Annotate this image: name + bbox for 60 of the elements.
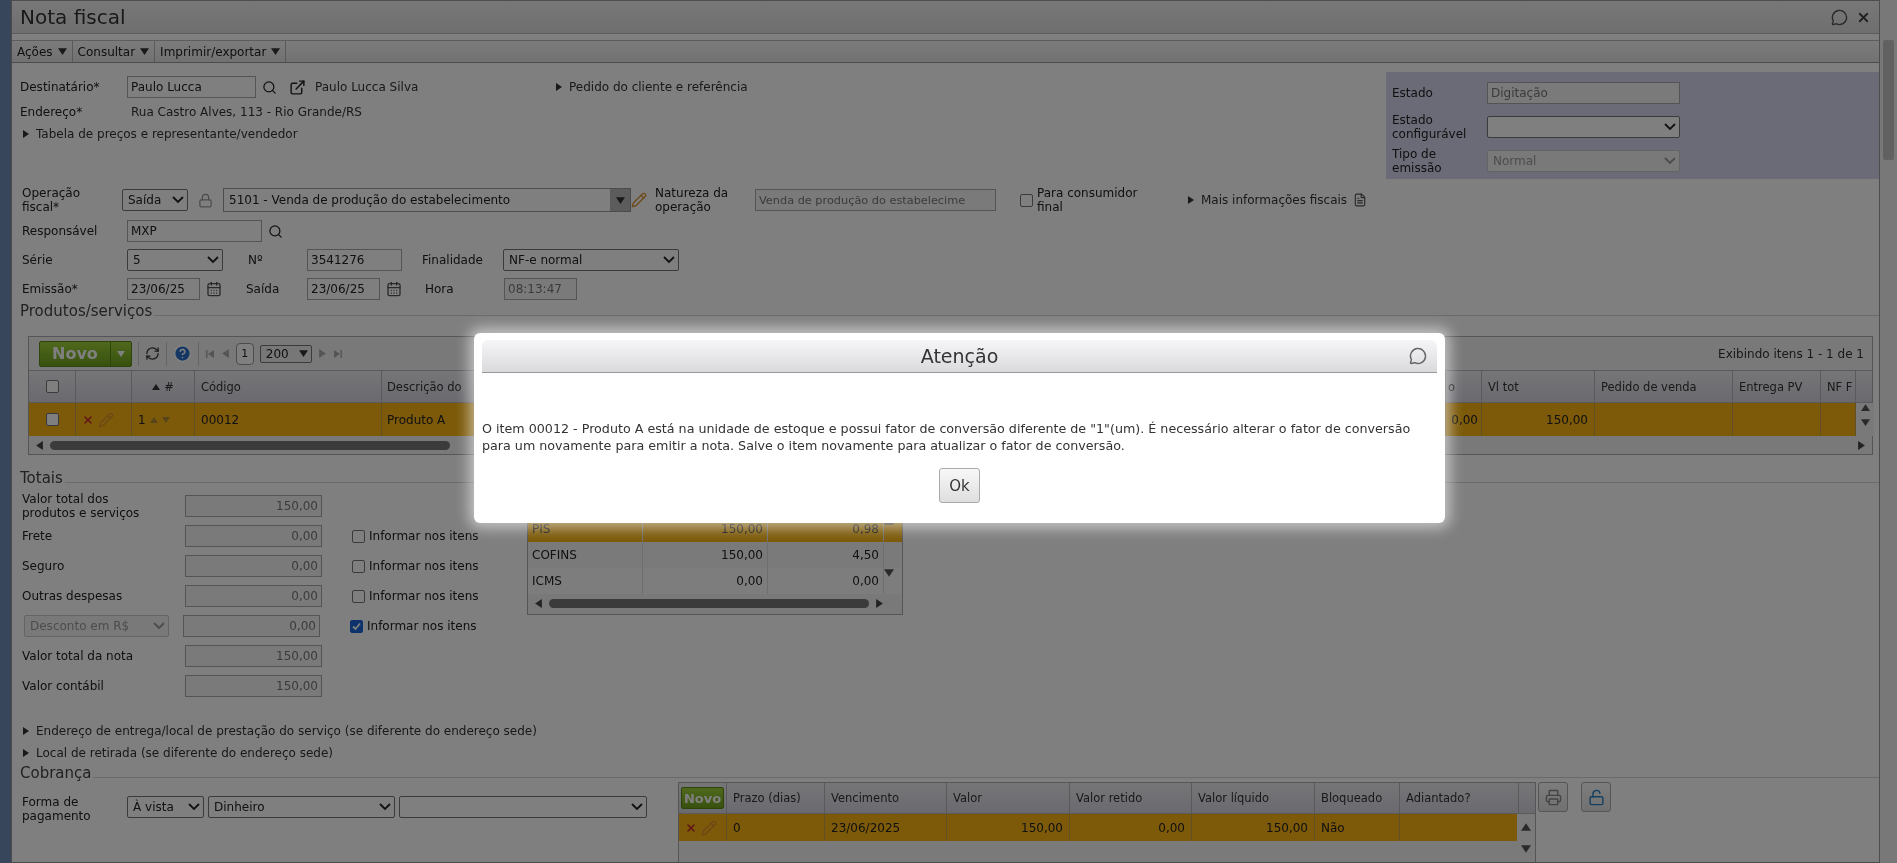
field-label: Emissão* — [22, 282, 79, 296]
field-label: Valor total da nota — [22, 649, 135, 663]
section-title: Cobrança — [20, 764, 92, 782]
address-text: Rua Castro Alves, 113 - Rio Grande/RS — [131, 105, 362, 119]
field-label: Seguro — [22, 559, 66, 573]
table-cell: 150,00 — [947, 814, 1070, 841]
table-cell: PIS — [532, 522, 551, 536]
field-label: Para consumidor final — [1037, 186, 1139, 214]
field-label: Saída — [246, 282, 281, 296]
section-title: Produtos/serviços — [20, 302, 153, 320]
field-label: Outras despesas — [22, 589, 124, 603]
field-label: Endereço* — [20, 105, 84, 119]
status-label: Estado configurável — [1392, 112, 1468, 141]
amount-field: 150,00 — [185, 675, 322, 697]
table-cell: 0,00 — [1446, 403, 1482, 436]
dialog-title: Atenção — [919, 345, 1000, 367]
table-cell: COFINS — [532, 548, 577, 562]
amount-field: 0,00 — [185, 585, 322, 607]
table-cell: 0 — [727, 814, 825, 841]
field-label: Operação fiscal* — [22, 186, 82, 214]
time-field: 08:13:47 — [504, 278, 577, 300]
table-cell: 1 — [138, 412, 146, 427]
amount-field: 0,00 — [185, 525, 322, 547]
amount-field: 150,00 — [185, 495, 322, 517]
field-label: Valor contábil — [22, 679, 105, 693]
field-label: Frete — [22, 529, 54, 543]
section-title: Totais — [20, 469, 63, 487]
amount-field: 0,00 — [183, 615, 320, 637]
recipient-name: Paulo Lucca Silva — [315, 80, 420, 94]
field-label: Valor total dos produtos e serviços — [22, 492, 141, 520]
field-label: Nº — [248, 253, 264, 267]
table-cell: 4,50 — [852, 548, 879, 562]
status-label: Tipo de emissão — [1392, 146, 1443, 175]
field-label: Forma de pagamento — [22, 795, 92, 823]
dialog-message: O item 00012 - Produto A está na unidade de estoque e possui fator de conversão diferente de "1"(um). É necessário alterar o fator de conversão para um novamente para emitir a nota. Salve o item novamente para atualizar o fator de conversão. — [482, 420, 1412, 454]
status-field: Digitação — [1487, 81, 1680, 104]
field-label: Destinatário* — [20, 80, 101, 94]
table-cell: Não — [1315, 814, 1400, 841]
field-label: Hora — [425, 282, 455, 296]
field-label: Responsável — [22, 224, 99, 238]
table-cell: 150,00 — [1482, 403, 1595, 436]
table-cell: 150,00 — [721, 548, 763, 562]
table-cell: 150,00 — [721, 522, 763, 536]
window-title: Nota fiscal — [20, 5, 127, 30]
table-cell: 0,98 — [852, 522, 879, 536]
nature-field: Venda de produção do estabelecime — [755, 189, 996, 211]
table-cell: 0,00 — [1070, 814, 1192, 841]
table-cell: 0,00 — [736, 574, 763, 588]
status-label: Estado — [1392, 85, 1434, 100]
table-cell: 23/06/2025 — [825, 814, 947, 841]
field-label: Finalidade — [422, 253, 484, 267]
amount-field: 150,00 — [185, 645, 322, 667]
table-cell: 150,00 — [1192, 814, 1315, 841]
items-summary: Exibindo itens 1 - 1 de 1 — [1718, 346, 1864, 361]
table-cell: 0,00 — [852, 574, 879, 588]
amount-field: 0,00 — [185, 555, 322, 577]
table-cell: ICMS — [532, 574, 562, 588]
field-label: Natureza da operação — [655, 186, 730, 214]
field-label: Série — [22, 253, 54, 267]
table-cell: 00012 — [195, 403, 382, 436]
